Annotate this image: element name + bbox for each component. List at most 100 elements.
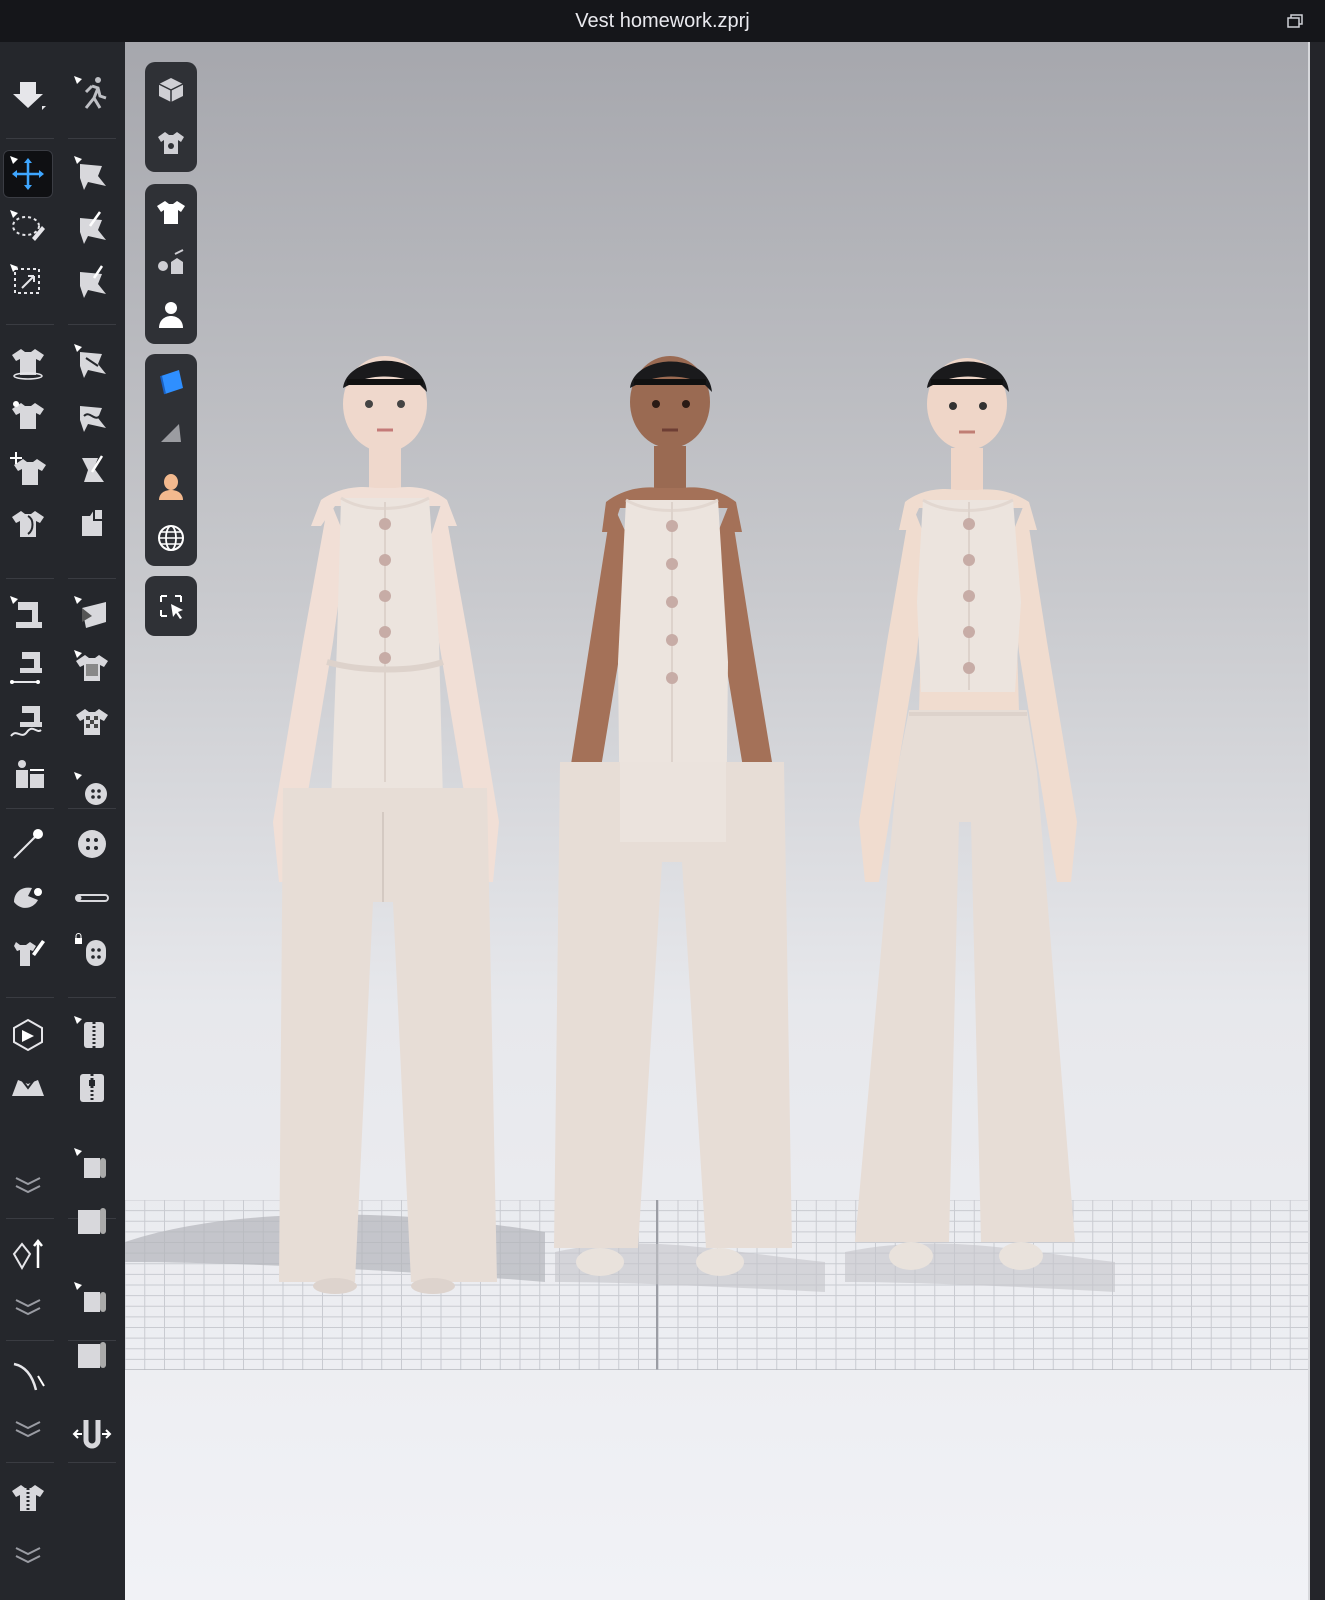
tshirt-icon (157, 201, 185, 224)
viewport-toolbar-group-4 (145, 576, 197, 636)
animation-icon (74, 76, 107, 109)
restore-window-icon[interactable] (1287, 14, 1303, 28)
measure-tool[interactable] (3, 1352, 53, 1400)
stitch-tool[interactable] (3, 590, 53, 638)
free-sewing-icon (80, 406, 106, 432)
edit-sewing-tool[interactable] (67, 446, 117, 494)
title-bar: Vest homework.zprj (0, 0, 1325, 42)
right-panel-edge (1310, 42, 1325, 1600)
expand-tool-group-3[interactable] (3, 1404, 53, 1452)
import-tool[interactable] (3, 1010, 53, 1058)
environment-button[interactable] (151, 518, 191, 558)
buttonhole-tool[interactable] (67, 874, 117, 922)
avatar-measure-tool[interactable] (3, 752, 53, 800)
fabric-render-button[interactable] (151, 362, 191, 402)
topstitch-icon (10, 652, 42, 684)
left-toolbar (0, 42, 125, 1600)
texture-edit-tool[interactable] (67, 644, 117, 692)
expand-tool-group-4[interactable] (3, 1530, 53, 1578)
garment-display-button[interactable] (151, 122, 191, 162)
select-cursor-icon (160, 595, 183, 619)
garment-select-tool[interactable] (3, 338, 53, 386)
jacket-icon (12, 1079, 44, 1096)
edit-curve-icon (80, 211, 106, 244)
move-tool[interactable] (3, 150, 53, 198)
fabric-blue-icon (160, 370, 183, 395)
texture-pattern-tool[interactable] (67, 698, 117, 746)
avatar-icon (159, 302, 183, 328)
button-tool[interactable] (67, 820, 117, 868)
viewport-toolbar-group-1 (145, 62, 197, 172)
trim-tool[interactable] (67, 1330, 117, 1378)
fold-arrange-icon (82, 510, 102, 536)
shape-icon (78, 1208, 106, 1234)
edit-point-tool[interactable] (67, 258, 117, 306)
tape-tool[interactable] (3, 1474, 53, 1522)
garment-select-icon (12, 349, 44, 380)
edit-pattern-icon (74, 156, 106, 190)
texture-pattern-icon (76, 709, 108, 735)
segment-sewing-tool[interactable] (67, 338, 117, 386)
pin-icon (13, 829, 43, 859)
shape-select-tool[interactable] (67, 1142, 117, 1190)
move-gizmo-icon (10, 156, 44, 190)
fabric-shaded-button[interactable] (151, 414, 191, 454)
viewport-toolbar-group-2 (145, 184, 197, 344)
simulate-icon (13, 82, 46, 110)
garment-pin-tool[interactable] (3, 392, 53, 440)
jacket-tool[interactable] (3, 1064, 53, 1112)
lock-button-tool[interactable] (67, 928, 117, 976)
free-sewing-tool[interactable] (67, 392, 117, 440)
expand-tool-group-1[interactable] (3, 1160, 53, 1208)
fit-tool[interactable] (67, 1410, 117, 1458)
lock-button-icon (75, 933, 106, 966)
animation-tool[interactable] (67, 70, 117, 118)
3d-viewport[interactable] (125, 42, 1310, 1600)
tack-tool[interactable] (3, 874, 53, 922)
avatar-3[interactable] (825, 342, 1115, 1332)
pin-tool[interactable] (3, 820, 53, 868)
3d-box-button[interactable] (151, 70, 191, 110)
topstitch-tool[interactable] (3, 644, 53, 692)
trim-icon (78, 1342, 106, 1368)
button-add-icon (74, 772, 107, 805)
trim-select-tool[interactable] (67, 1276, 117, 1324)
garment-display-icon (158, 132, 184, 154)
puckering-tool[interactable] (67, 590, 117, 638)
select-mode-button[interactable] (151, 586, 191, 626)
shape-select-icon (74, 1148, 106, 1178)
zipper-tool[interactable] (67, 1064, 117, 1112)
trim-select-icon (74, 1282, 106, 1312)
edit-curve-tool[interactable] (67, 204, 117, 252)
garment-flatten-icon (12, 511, 44, 537)
expand-tool-group-2[interactable] (3, 1282, 53, 1330)
segment-sewing-icon (74, 344, 106, 378)
fold-arrange-tool[interactable] (67, 500, 117, 548)
import-icon (13, 1018, 43, 1052)
avatar-1[interactable] (243, 342, 533, 1332)
edit-pattern-tool[interactable] (67, 150, 117, 198)
window-title: Vest homework.zprj (575, 9, 750, 32)
simulate-tool[interactable] (3, 70, 53, 118)
garment-flatten-tool[interactable] (3, 500, 53, 548)
avatar-display-button[interactable] (151, 294, 191, 334)
zipper-select-tool[interactable] (67, 1010, 117, 1058)
tshirt-display-button[interactable] (151, 192, 191, 232)
3d-box-icon (158, 78, 184, 102)
shape-tool[interactable] (67, 1196, 117, 1244)
seam-taping-tool[interactable] (3, 698, 53, 746)
skin-display-button[interactable] (151, 466, 191, 506)
fabric-gray-icon (161, 424, 181, 442)
trims-display-button[interactable] (151, 244, 191, 284)
lift-tool[interactable] (3, 1230, 53, 1278)
measure-icon (13, 1362, 45, 1391)
lift-icon (12, 1238, 43, 1271)
buttonhole-icon (75, 894, 109, 902)
button-add-tool[interactable] (67, 766, 117, 814)
lasso-select-tool[interactable] (3, 204, 53, 252)
stitch-icon (10, 596, 42, 628)
garment-transform-tool[interactable] (3, 446, 53, 494)
avatar-2[interactable] (530, 342, 820, 1332)
brush-tool[interactable] (3, 928, 53, 976)
box-select-tool[interactable] (3, 258, 53, 306)
